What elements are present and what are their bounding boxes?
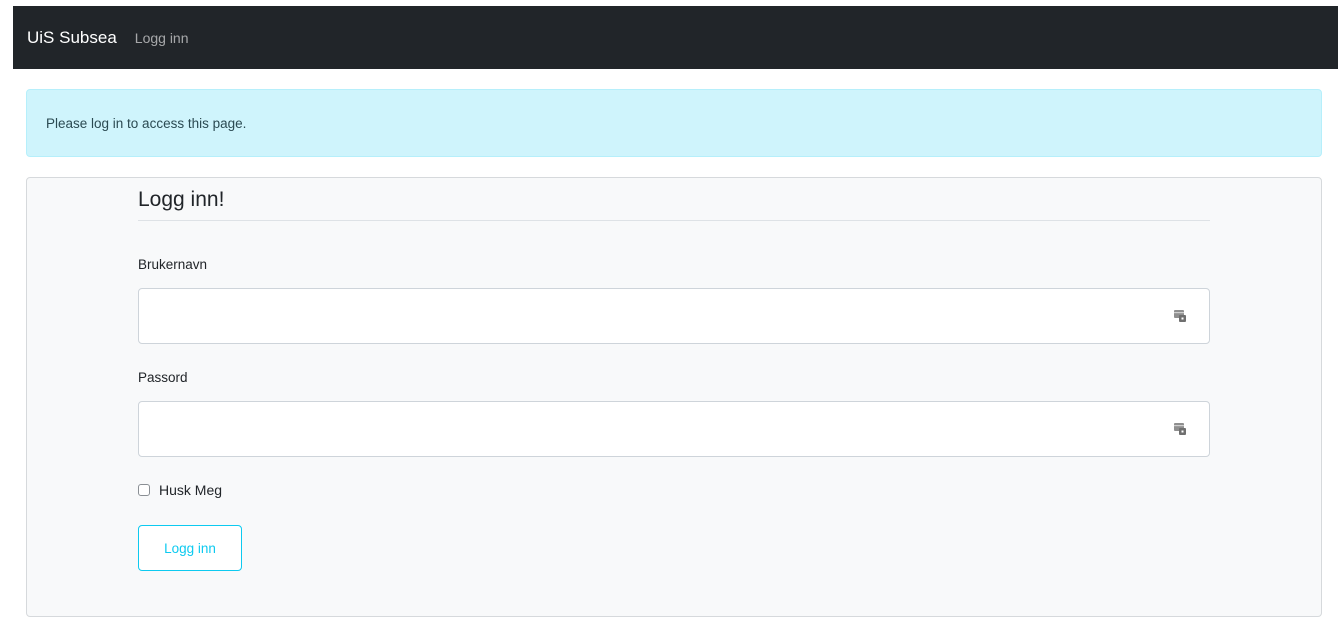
form-legend: Logg inn! [138, 188, 1210, 221]
brand-link[interactable]: UiS Subsea [27, 28, 117, 48]
username-field-wrapper [138, 288, 1210, 344]
username-label: Brukernavn [138, 257, 208, 272]
login-button[interactable]: Logg inn [138, 525, 242, 571]
password-input[interactable] [139, 402, 1163, 454]
username-input[interactable] [139, 289, 1163, 341]
remember-me-label[interactable]: Husk Meg [159, 482, 222, 498]
top-navbar: UiS Subsea Logg inn [13, 6, 1338, 69]
alert-message: Please log in to access this page. [46, 115, 247, 131]
remember-me-checkbox[interactable] [138, 484, 150, 496]
key-icon[interactable] [1173, 309, 1187, 323]
key-icon[interactable] [1173, 422, 1187, 436]
nav-link-login[interactable]: Logg inn [135, 30, 189, 46]
info-alert: Please log in to access this page. [26, 89, 1322, 157]
remember-me-row[interactable]: Husk Meg [138, 482, 222, 498]
password-label: Passord [138, 370, 188, 385]
password-field-wrapper [138, 401, 1210, 457]
login-card: Logg inn! Brukernavn Passord Husk Meg Lo… [26, 177, 1322, 617]
